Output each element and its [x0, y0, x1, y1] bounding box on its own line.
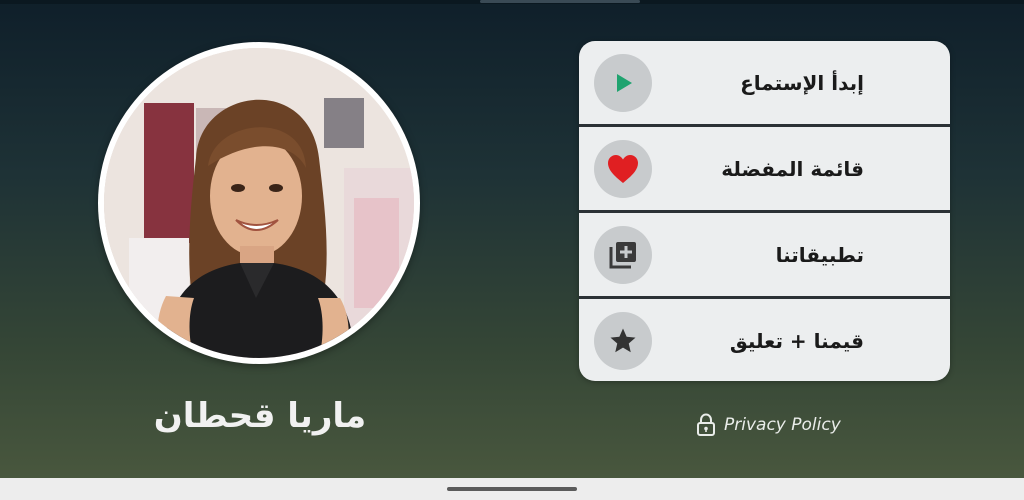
avatar: [104, 48, 414, 358]
privacy-policy-link[interactable]: Privacy Policy: [696, 412, 841, 438]
our-apps-button[interactable]: تطبيقاتنا: [579, 213, 950, 297]
heart-button-circle: [594, 140, 652, 198]
apps-button-circle: [594, 226, 652, 284]
menu-label-rate-us: قيمنا + تعليق: [729, 329, 864, 353]
play-button-circle: [594, 54, 652, 112]
play-icon: [617, 74, 632, 92]
menu-label-favorites: قائمة المفضلة: [721, 157, 864, 181]
artist-name: ماريا قحطان: [153, 396, 367, 436]
singer-photo-icon: [104, 48, 414, 358]
privacy-policy-label: Privacy Policy: [724, 415, 841, 435]
favorites-list-button[interactable]: قائمة المفضلة: [579, 127, 950, 211]
home-gesture-handle[interactable]: [447, 487, 577, 491]
start-listening-button[interactable]: إبدأ الإستماع: [579, 41, 950, 125]
main-menu: إبدأ الإستماع قائمة المفضلة تطبيقاتنا قي…: [579, 41, 950, 381]
top-handle: [480, 0, 640, 3]
rate-us-button[interactable]: قيمنا + تعليق: [579, 299, 950, 381]
avatar-frame: [98, 42, 420, 364]
menu-label-our-apps: تطبيقاتنا: [775, 243, 864, 267]
heart-icon: [608, 155, 638, 183]
add-to-collection-icon: [609, 242, 636, 269]
lock-icon: [697, 413, 715, 436]
star-icon: [610, 328, 636, 353]
star-button-circle: [594, 312, 652, 370]
menu-label-start-listening: إبدأ الإستماع: [740, 71, 864, 95]
system-navigation-bar: [0, 478, 1024, 500]
